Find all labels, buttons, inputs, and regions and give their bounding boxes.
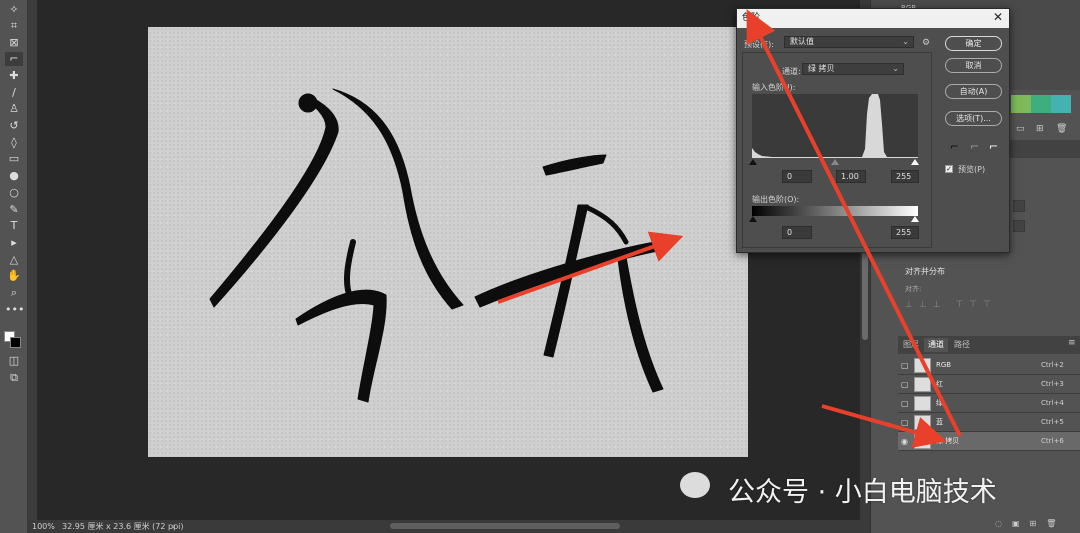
arrow-to-title <box>746 9 962 437</box>
arrow-to-channel <box>821 404 947 448</box>
wechat-icon <box>680 472 710 498</box>
arrow-on-canvas <box>497 231 684 304</box>
watermark-text: 公众号 · 小白电脑技术 <box>728 477 997 508</box>
annotation-arrows <box>497 9 962 448</box>
